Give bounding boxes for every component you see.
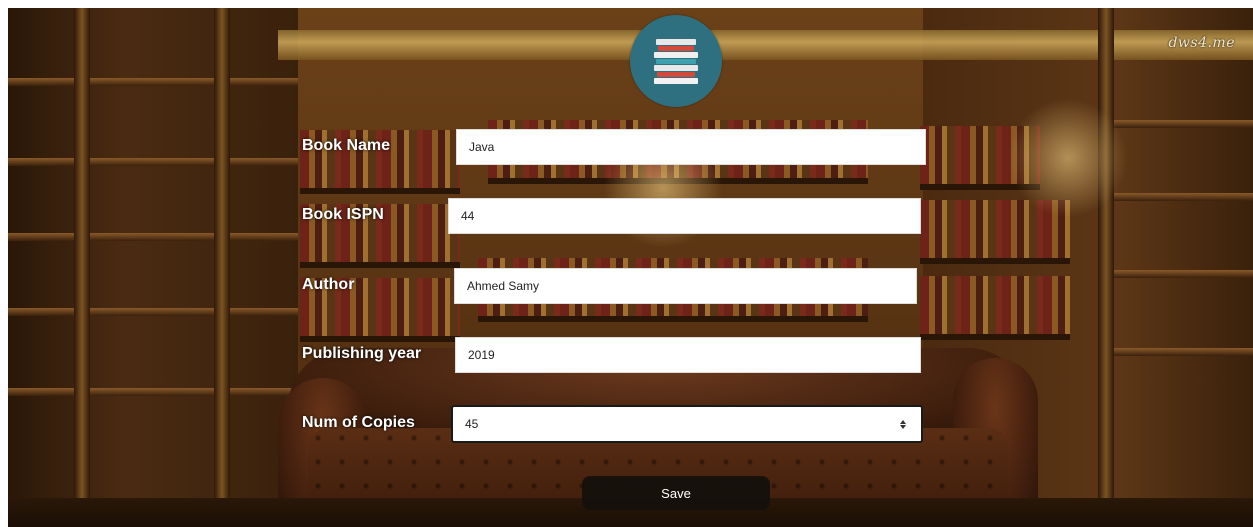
watermark-text: dws4.me xyxy=(1168,35,1235,51)
publishing-year-input[interactable] xyxy=(455,337,921,373)
save-button[interactable]: Save xyxy=(582,476,770,510)
book-stack-icon xyxy=(630,15,722,107)
cabinet-post xyxy=(1098,8,1114,527)
shelf-plank xyxy=(8,158,298,166)
shelf-plank xyxy=(1108,193,1253,201)
num-of-copies-input[interactable]: 45 xyxy=(451,405,923,443)
shelf-plank xyxy=(8,78,298,86)
shelf-plank xyxy=(1108,270,1253,278)
spinner-up-icon[interactable] xyxy=(900,419,906,424)
book-row xyxy=(920,276,1070,340)
book-name-input[interactable] xyxy=(456,129,926,165)
book-ispn-label: Book ISPN xyxy=(302,206,384,223)
number-spinner-icon[interactable] xyxy=(897,414,909,434)
shelf-plank xyxy=(8,388,298,396)
book-name-label: Book Name xyxy=(302,137,391,154)
author-label: Author xyxy=(302,276,355,293)
num-of-copies-value: 45 xyxy=(465,417,479,431)
cabinet-post xyxy=(214,8,230,527)
author-input[interactable] xyxy=(454,268,917,304)
spinner-down-icon[interactable] xyxy=(900,424,906,429)
publishing-year-label: Publishing year xyxy=(302,345,422,362)
num-of-copies-label: Num of Copies xyxy=(302,414,415,431)
book-ispn-input[interactable] xyxy=(448,198,921,234)
cabinet-post xyxy=(74,8,90,527)
lamp-glow xyxy=(1008,98,1128,218)
shelf-plank xyxy=(1108,120,1253,128)
shelf-plank xyxy=(8,233,298,241)
shelf-plank xyxy=(1108,348,1253,356)
shelf-plank xyxy=(8,308,298,316)
page-frame: dws4.me Book Name Book ISPN Author Publi… xyxy=(8,8,1253,527)
